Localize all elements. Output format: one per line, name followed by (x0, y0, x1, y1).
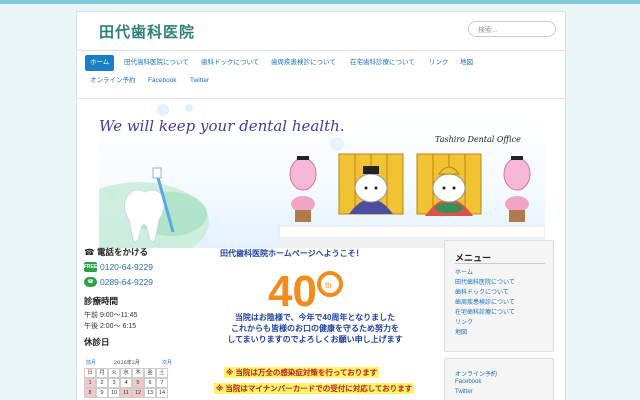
menu-item-links[interactable]: リンク (455, 317, 473, 326)
weekday-thu: 木 (132, 368, 144, 378)
menu-item-dental-dock[interactable]: 歯科ドックについて (455, 287, 509, 296)
phone-link-free[interactable]: FREE 0120-64-9229 (84, 262, 153, 272)
calendar-day: 8 (84, 388, 96, 398)
calendar-day: 7 (156, 378, 168, 388)
calendar-day: 1 (84, 378, 96, 388)
hours-am: 午前 9:00〜11:45 (84, 312, 138, 319)
message-line-1: 当院はお陰様で、今年で40周年となりました (234, 313, 396, 322)
phone-link-main[interactable]: ☎ 0289-64-9229 (84, 277, 153, 287)
menu-item-home-visit[interactable]: 在宅歯科診療について (455, 307, 515, 316)
phone-number-free[interactable]: 0120-64-9229 (100, 262, 153, 272)
nav-item-twitter[interactable]: Twitter (185, 73, 214, 89)
anniversary-message: 当院はお陰様で、今年で40周年となりました これからも皆様のお口の健康を守るため… (190, 312, 440, 345)
calendar-day: 2 (96, 378, 108, 388)
menu-widget: メニュー ホーム 田代歯科医院について 歯科ドックについて 歯周疾患検診について… (444, 240, 554, 352)
free-dial-icon: FREE (84, 262, 98, 272)
site-title[interactable]: 田代歯科医院 (99, 21, 195, 42)
calendar-day: 12 (132, 388, 144, 398)
calendar-day: 5 (132, 378, 144, 388)
hero-banner: We will keep your dental health. Tashiro… (99, 104, 545, 248)
anniversary-suffix: th (325, 281, 332, 290)
calendar-day: 6 (144, 378, 156, 388)
closed-heading: 休診日 (84, 337, 110, 347)
header-divider (77, 50, 567, 51)
weekday-sat: 土 (156, 368, 168, 378)
nav-divider (77, 98, 567, 99)
calendar-day: 4 (120, 378, 132, 388)
anniversary-40th-logo: 40 th (268, 267, 343, 310)
nav-item-about[interactable]: 田代歯科医院について (119, 55, 194, 71)
nav-item-dental-dock[interactable]: 歯科ドックについて (196, 55, 264, 71)
search-input[interactable]: 検索... (468, 21, 556, 37)
menu-divider (455, 263, 545, 264)
welcome-heading: 田代歯科医院ホームページへようこそ！ (220, 249, 364, 258)
link-online-booking[interactable]: オンライン予約 (455, 369, 497, 378)
calendar-day: 10 (108, 388, 120, 398)
weekday-fri: 金 (144, 368, 156, 378)
link-twitter[interactable]: Twitter (455, 389, 473, 395)
weekday-tue: 火 (108, 368, 120, 378)
nav-item-map[interactable]: 地図 (455, 55, 478, 71)
menu-item-map[interactable]: 地図 (455, 327, 467, 336)
nav-item-links[interactable]: リンク (424, 55, 454, 71)
mynumber-card-notice: ※ 当院はマイナンバーカードでの受付に対応しております (214, 383, 415, 394)
hours-heading: 診療時間 (84, 296, 119, 306)
phone-icon: ☎ (84, 277, 97, 287)
calendar-day: 11 (120, 388, 132, 398)
banner-tagline: We will keep your dental health. (99, 117, 345, 135)
link-facebook[interactable]: Facebook (455, 379, 481, 385)
menu-item-periodontal[interactable]: 歯周疾患検診について (455, 297, 515, 306)
message-line-2: これからも皆様のお口の健康を守るため努力を (231, 324, 399, 333)
nav-item-periodontal[interactable]: 歯周疾患検診について (266, 55, 341, 71)
hours-pm: 午後 2:00〜 6:15 (84, 323, 137, 330)
nav-item-home-visit[interactable]: 在宅歯科診療について (345, 55, 420, 71)
links-widget: オンライン予約 Facebook Twitter (444, 358, 554, 400)
weekday-mon: 月 (96, 368, 108, 378)
nav-item-home[interactable]: ホーム (85, 55, 115, 71)
message-line-3: してまいりますのでよろしくお願い申し上げます (227, 335, 403, 344)
calendar-day: 9 (96, 388, 108, 398)
calendar-next-month[interactable]: 次月 (162, 359, 172, 366)
calendar-day: 14 (156, 388, 168, 398)
calendar-day: 3 (108, 378, 120, 388)
banner-office-name: Tashiro Dental Office (435, 135, 521, 144)
calendar-title: 2026年2月 (114, 360, 140, 366)
menu-item-home[interactable]: ホーム (455, 267, 473, 276)
anniversary-number: 40 (268, 267, 317, 310)
weekday-wed: 水 (120, 368, 132, 378)
nav-item-facebook[interactable]: Facebook (143, 73, 182, 89)
weekday-sun: 日 (84, 368, 96, 378)
calendar-prev-month[interactable]: 前月 (86, 359, 96, 366)
phone-number-main[interactable]: 0289-64-9229 (100, 277, 153, 287)
menu-item-about[interactable]: 田代歯科医院について (455, 277, 515, 286)
calendar-day: 13 (144, 388, 156, 398)
infection-control-notice: ※ 当院は万全の感染症対策を行っております (224, 367, 380, 378)
phone-heading: ☎ 電話をかける (84, 247, 148, 257)
nav-item-online-booking[interactable]: オンライン予約 (85, 73, 141, 89)
